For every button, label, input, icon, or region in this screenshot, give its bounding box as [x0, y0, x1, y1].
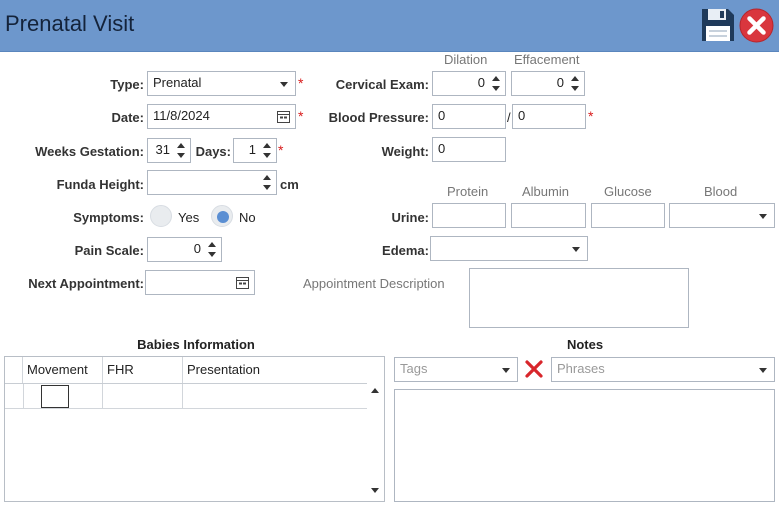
- systolic-input[interactable]: 0: [432, 104, 506, 129]
- babies-info-title: Babies Information: [137, 337, 255, 352]
- blood-pressure-required-mark: *: [588, 108, 594, 124]
- blood-pressure-label: Blood Pressure:: [328, 110, 429, 125]
- next-appointment-field[interactable]: [145, 270, 255, 295]
- type-label: Type:: [110, 77, 144, 92]
- glucose-label: Glucose: [604, 184, 652, 199]
- spin-arrows-icon[interactable]: [177, 142, 186, 159]
- pain-scale-value: 0: [193, 241, 201, 256]
- pain-scale-label: Pain Scale:: [74, 243, 144, 258]
- blood-pressure-separator: /: [507, 110, 511, 125]
- scroll-down-icon[interactable]: [371, 488, 379, 493]
- movement-cell[interactable]: [23, 384, 103, 409]
- close-button[interactable]: [739, 8, 774, 43]
- save-button[interactable]: [700, 7, 736, 43]
- days-stepper[interactable]: 1: [233, 138, 277, 163]
- effacement-label: Effacement: [514, 52, 580, 67]
- diastolic-value: 0: [518, 108, 526, 123]
- days-label: Days:: [195, 144, 231, 159]
- column-header-presentation[interactable]: Presentation: [183, 357, 369, 384]
- weight-label: Weight:: [381, 144, 429, 159]
- weeks-gestation-stepper[interactable]: 31: [147, 138, 191, 163]
- type-required-mark: *: [298, 75, 304, 91]
- date-label: Date:: [111, 110, 144, 125]
- albumin-label: Albumin: [522, 184, 569, 199]
- appointment-description-textarea[interactable]: [469, 268, 689, 328]
- effacement-stepper[interactable]: 0: [511, 71, 585, 96]
- funda-height-label: Funda Height:: [56, 177, 144, 192]
- edema-label: Edema:: [382, 243, 429, 258]
- date-value: 11/8/2024: [153, 108, 210, 123]
- tags-placeholder: Tags: [400, 361, 428, 376]
- floppy-disk-icon: [702, 9, 734, 41]
- edema-dropdown[interactable]: [430, 236, 588, 261]
- dilation-value: 0: [477, 75, 485, 90]
- chevron-down-icon: [759, 214, 767, 219]
- date-field[interactable]: 11/8/2024: [147, 104, 296, 129]
- symptoms-no-label: No: [239, 210, 256, 225]
- presentation-cell[interactable]: [183, 384, 369, 409]
- movement-checkbox[interactable]: [41, 385, 69, 408]
- babies-grid[interactable]: Movement FHR Presentation: [4, 356, 385, 502]
- effacement-value: 0: [556, 75, 564, 90]
- clear-tags-button[interactable]: [524, 359, 544, 379]
- days-required-mark: *: [278, 142, 284, 158]
- red-x-icon: [525, 360, 543, 378]
- dilation-label: Dilation: [444, 52, 488, 67]
- next-appointment-label: Next Appointment:: [28, 276, 144, 291]
- column-header-movement[interactable]: Movement: [23, 357, 103, 384]
- calendar-icon[interactable]: [236, 276, 249, 292]
- blood-label: Blood: [704, 184, 738, 199]
- days-value: 1: [248, 142, 256, 157]
- funda-height-stepper[interactable]: [147, 170, 277, 195]
- dilation-stepper[interactable]: 0: [432, 71, 506, 96]
- systolic-value: 0: [438, 108, 446, 123]
- glucose-input[interactable]: [591, 203, 665, 228]
- notes-textarea[interactable]: [394, 389, 775, 502]
- window-title: Prenatal Visit: [5, 11, 135, 36]
- weight-value: 0: [438, 141, 446, 156]
- weight-input[interactable]: 0: [432, 137, 506, 162]
- column-header-fhr[interactable]: FHR: [103, 357, 183, 384]
- diastolic-input[interactable]: 0: [512, 104, 586, 129]
- symptoms-yes-label: Yes: [178, 210, 200, 225]
- weeks-gestation-value: 31: [155, 142, 170, 157]
- spin-arrows-icon[interactable]: [492, 75, 501, 92]
- protein-input[interactable]: [432, 203, 506, 228]
- cervical-exam-label: Cervical Exam:: [335, 77, 429, 92]
- weeks-gestation-label: Weeks Gestation:: [35, 144, 144, 159]
- type-value: Prenatal: [153, 75, 202, 90]
- blood-dropdown[interactable]: [669, 203, 775, 228]
- pain-scale-stepper[interactable]: 0: [147, 237, 222, 262]
- spin-arrows-icon[interactable]: [263, 142, 272, 159]
- babies-scrollbar[interactable]: [367, 357, 383, 501]
- funda-height-unit: cm: [280, 177, 299, 192]
- calendar-icon[interactable]: [277, 110, 290, 126]
- fhr-cell[interactable]: [103, 384, 183, 409]
- tags-dropdown[interactable]: Tags: [394, 357, 518, 382]
- phrases-dropdown[interactable]: Phrases: [551, 357, 775, 382]
- urine-label: Urine:: [391, 210, 429, 225]
- spin-arrows-icon[interactable]: [571, 75, 580, 92]
- red-close-icon: [739, 8, 774, 43]
- notes-title: Notes: [566, 337, 604, 352]
- type-dropdown[interactable]: Prenatal: [147, 71, 296, 96]
- row-header-column: [5, 357, 23, 384]
- symptoms-no-radio[interactable]: [211, 205, 233, 227]
- spin-arrows-icon[interactable]: [208, 241, 217, 258]
- chevron-down-icon: [572, 247, 580, 252]
- appointment-description-label: Appointment Description: [303, 276, 445, 291]
- date-required-mark: *: [298, 108, 304, 124]
- scroll-up-icon[interactable]: [371, 388, 379, 393]
- symptoms-yes-radio[interactable]: [150, 205, 172, 227]
- spin-arrows-icon[interactable]: [263, 174, 272, 191]
- albumin-input[interactable]: [511, 203, 586, 228]
- chevron-down-icon: [759, 368, 767, 373]
- phrases-placeholder: Phrases: [557, 361, 605, 376]
- chevron-down-icon: [502, 368, 510, 373]
- protein-label: Protein: [447, 184, 489, 199]
- symptoms-label: Symptoms:: [73, 210, 144, 225]
- chevron-down-icon: [280, 82, 288, 87]
- table-row[interactable]: [5, 384, 369, 409]
